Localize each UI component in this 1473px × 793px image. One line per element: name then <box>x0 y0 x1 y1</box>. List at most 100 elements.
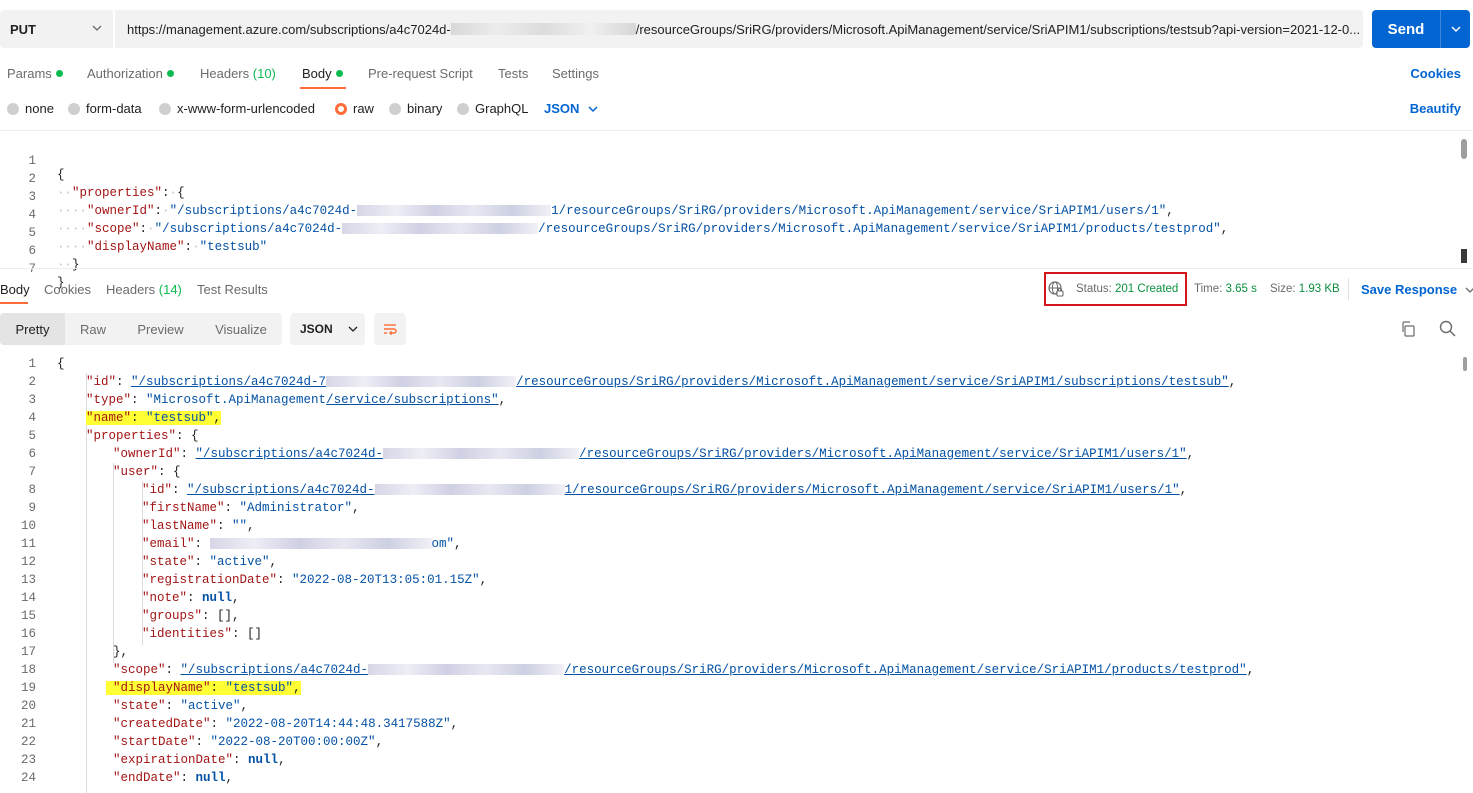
code-line: 23 "expirationDate": null, <box>20 753 286 767</box>
radio-label: binary <box>407 101 443 116</box>
view-preview-button[interactable]: Preview <box>121 313 200 345</box>
code-line: 1{ <box>28 357 65 371</box>
radio-raw[interactable]: raw <box>335 101 374 116</box>
response-tab-cookies[interactable]: Cookies <box>44 282 91 297</box>
code-line: 4 "name": "testsub", <box>28 411 222 425</box>
tab-body[interactable]: Body <box>302 66 343 81</box>
response-scrollbar[interactable] <box>1463 357 1467 371</box>
cookies-link[interactable]: Cookies <box>1410 66 1461 81</box>
time-value: 3.65 s <box>1225 283 1257 295</box>
highlighted-name-line: "name": "testsub", <box>86 411 222 425</box>
time-readout[interactable]: Time: 3.65 s <box>1194 283 1257 295</box>
redacted-id <box>368 664 565 676</box>
redacted-subscription-id <box>450 23 636 35</box>
view-mode-toggle: Pretty Raw Preview Visualize <box>0 313 282 345</box>
code-line: 2 ··"properties":·{ <box>0 158 1460 200</box>
tab-settings[interactable]: Settings <box>552 66 599 81</box>
request-body-editor[interactable]: 1 { 2 ··"properties":·{ 3 ····"ownerId":… <box>0 130 1473 290</box>
pane-splitter[interactable] <box>0 268 1473 269</box>
radio-circle <box>159 102 171 115</box>
view-visualize-button[interactable]: Visualize <box>200 313 282 345</box>
tab-tests[interactable]: Tests <box>498 66 528 81</box>
code-line: 6 "ownerId": "/subscriptions/a4c7024d-/re… <box>28 447 1195 461</box>
size-value: 1.93 KB <box>1298 283 1340 295</box>
code-line: 13 "registrationDate": "2022-08-20T13:05:… <box>20 573 488 587</box>
tab-label: Pre-request Script <box>368 66 473 81</box>
code-line: 16 "identities": [] <box>20 627 263 641</box>
response-tab-headers[interactable]: Headers (14) <box>106 282 182 297</box>
response-format-select[interactable]: JSON <box>290 313 365 345</box>
radio-label: raw <box>353 101 374 116</box>
response-tab-body[interactable]: Body <box>0 282 30 297</box>
code-line: 5 ····"displayName":·"testsub" <box>0 212 1460 254</box>
tab-count: (14) <box>158 282 182 297</box>
body-type-selector: none form-data x-www-form-urlencoded raw… <box>0 98 1473 120</box>
method-select[interactable]: PUT <box>0 10 113 48</box>
code-line: 14 "note": null, <box>20 591 240 605</box>
send-options-button[interactable] <box>1441 23 1470 35</box>
status-annotation-box <box>1044 272 1187 306</box>
code-line: 24 "endDate": null, <box>20 771 234 785</box>
tab-label: Tests <box>498 66 529 81</box>
wrap-lines-button[interactable] <box>374 313 406 345</box>
code-line: 4 ····"scope":·"/subscriptions/a4c7024d-… <box>0 194 1460 236</box>
status-dot <box>55 70 63 78</box>
redacted-id <box>374 484 565 496</box>
raw-format-label: JSON <box>544 101 580 116</box>
save-response-label: Save Response <box>1361 282 1458 297</box>
code-line: 20 "state": "active", <box>20 699 249 713</box>
editor-scrollbar-end[interactable] <box>1461 249 1467 263</box>
radio-binary[interactable]: binary <box>389 101 442 116</box>
copy-icon[interactable] <box>1400 321 1416 337</box>
url-input[interactable]: https://management.azure.com/subscriptio… <box>115 10 1363 48</box>
tab-params[interactable]: Params <box>7 66 63 81</box>
tab-label: Headers <box>106 282 156 297</box>
radio-none[interactable]: none <box>7 101 54 116</box>
redacted-id <box>383 448 580 460</box>
code-line: 3 ····"ownerId":·"/subscriptions/a4c7024… <box>0 176 1460 218</box>
code-line: 18 "scope": "/subscriptions/a4c7024d-/res… <box>20 663 1255 677</box>
chevron-down-icon <box>1451 26 1460 32</box>
tab-label: Authorization <box>87 66 163 81</box>
size-readout[interactable]: Size: 1.93 KB <box>1270 283 1340 295</box>
radio-form-data[interactable]: form-data <box>68 101 142 116</box>
tab-headers[interactable]: Headers (10) <box>200 66 276 81</box>
radio-circle <box>457 102 469 115</box>
code-line: 21 "createdDate": "2022-08-20T14:44:48.34… <box>20 717 459 731</box>
response-tab-test-results[interactable]: Test Results <box>197 282 268 297</box>
code-line: 10 "lastName": "", <box>20 519 255 533</box>
wrap-lines-icon <box>384 324 397 336</box>
code-line: 17}, <box>20 645 129 659</box>
url-suffix: /resourceGroups/SriRG/providers/Microsof… <box>635 21 1361 37</box>
editor-scrollbar[interactable] <box>1461 139 1467 159</box>
view-raw-button[interactable]: Raw <box>65 313 121 345</box>
beautify-link[interactable]: Beautify <box>1410 101 1461 116</box>
search-icon[interactable] <box>1439 320 1456 337</box>
active-response-tab-indicator <box>0 302 28 304</box>
send-button[interactable]: Send <box>1372 10 1470 48</box>
radio-label: GraphQL <box>475 101 529 116</box>
view-pretty-button[interactable]: Pretty <box>0 313 65 345</box>
active-tab-indicator <box>300 87 346 89</box>
tab-authorization[interactable]: Authorization <box>87 66 174 81</box>
status-dot <box>166 70 174 78</box>
radio-label: none <box>25 101 54 116</box>
chevron-down-icon <box>588 105 598 112</box>
radio-x-www-form-urlencoded[interactable]: x-www-form-urlencoded <box>159 101 315 116</box>
method-label: PUT <box>10 21 36 37</box>
code-line: 1 { <box>0 140 1460 182</box>
highlighted-displayname-line: "displayName": "testsub", <box>106 681 301 695</box>
save-response-button[interactable]: Save Response <box>1361 282 1473 297</box>
chevron-down-icon <box>348 326 358 332</box>
request-tabs: Params Authorization Headers (10) Body P… <box>0 62 1473 90</box>
response-body-viewer[interactable]: 1{ 2 "id": "/subscriptions/a4c7024d-7/res… <box>0 355 1473 793</box>
send-label: Send <box>1387 20 1425 38</box>
line-number: 7 <box>28 262 36 276</box>
raw-format-select[interactable]: JSON <box>544 101 599 116</box>
radio-circle <box>389 102 401 115</box>
tab-pre-request-script[interactable]: Pre-request Script <box>368 66 473 81</box>
radio-graphql[interactable]: GraphQL <box>457 101 528 116</box>
radio-label: form-data <box>86 101 142 116</box>
code-line: 2 "id": "/subscriptions/a4c7024d-7/resour… <box>28 375 1237 389</box>
code-line: 7 "user": { <box>28 465 181 479</box>
